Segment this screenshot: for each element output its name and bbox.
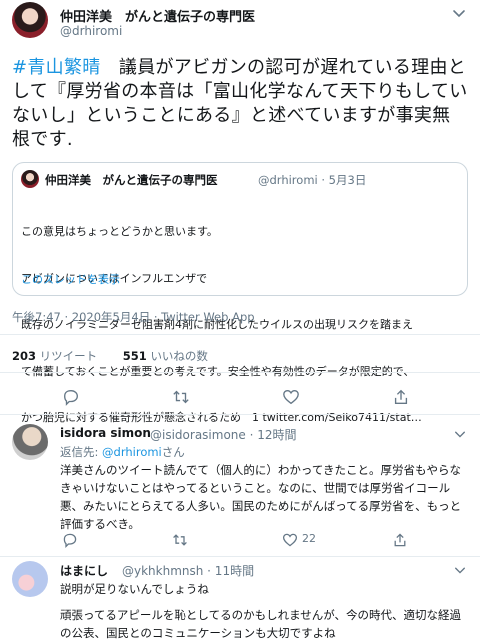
reply-author-name[interactable]: isidora simon [60,426,151,440]
reply-to-line: 返信先: @drhiromiさん [60,445,185,459]
retweets-stat[interactable]: 203 リツイート [12,349,97,363]
retweet-icon[interactable] [172,388,190,406]
likes-stat[interactable]: 551 いいねの数 [123,349,208,363]
chevron-down-icon[interactable] [454,428,466,440]
chevron-down-icon[interactable] [452,6,466,20]
reply-avatar[interactable] [12,561,48,597]
chevron-down-icon[interactable] [454,564,466,576]
tweet-stats: 203 リツイート 551 いいねの数 [12,348,208,364]
quoted-line: この意見はちょっとどうかと思います。 [21,225,218,238]
quoted-meta: @drhiromi · 5月3日 [258,173,367,187]
reply-like-count: 22 [302,532,316,545]
divider [0,556,480,557]
share-icon[interactable] [392,388,410,406]
reply-icon[interactable] [62,532,78,548]
divider [0,372,480,373]
reply-text: 洋美さんのツイート読んでて（個人的に）わかってきたこと。厚労省もやらなきゃいけな… [60,463,462,531]
tweet-actions [0,383,480,411]
reply-text: 説明が足りないんでしょうね [60,582,209,596]
share-icon[interactable] [392,532,408,548]
divider [0,414,480,415]
quoted-line: かつ胎児に対する催奇形性が懸念されるため 1 twitter.com/Seiko… [21,411,422,424]
reply-handle-time[interactable]: @ykhkhmnsh · 11時間 [122,562,254,579]
author-name[interactable]: 仲田洋美 がんと遺伝子の専門医 [60,6,255,25]
reply-text: 頑張ってるアピールを恥としてるのかもしれませんが、今の時代、適切な経過の公表、国… [60,608,462,640]
tweet-timestamp[interactable]: 午後7:47 · 2020年5月4日 · Twitter Web App [12,309,255,325]
divider [0,334,480,335]
quoted-author-name: 仲田洋美 がんと遺伝子の専門医 [45,173,218,187]
hashtag-link[interactable]: #青山繁晴 [12,57,101,78]
quoted-tweet[interactable]: 仲田洋美 がんと遺伝子の専門医 @drhiromi · 5月3日 この意見はちょ… [12,162,468,424]
reply-avatar[interactable] [12,424,48,460]
show-thread-link[interactable]: このスレッドを表示 [21,271,120,287]
reply-handle-time[interactable]: @isidorasimone · 12時間 [150,426,297,443]
tweet-header: 仲田洋美 がんと遺伝子の専門医 @drhiromi [0,0,480,50]
retweet-icon[interactable] [172,532,188,548]
like-icon[interactable] [282,388,300,406]
reply-author-name[interactable]: はまにし [60,562,108,579]
author-avatar[interactable] [12,2,48,38]
author-handle[interactable]: @drhiromi [60,24,122,38]
reply-to-handle-link[interactable]: @drhiromi [102,445,162,459]
tweet-text: #青山繁晴 議員がアビガンの認可が遅れている理由として『厚労省の本音は「富山化学… [12,56,468,152]
reply-actions: 22 [60,531,470,551]
like-icon[interactable] [282,532,298,548]
quoted-avatar [21,170,39,188]
reply-icon[interactable] [62,388,80,406]
